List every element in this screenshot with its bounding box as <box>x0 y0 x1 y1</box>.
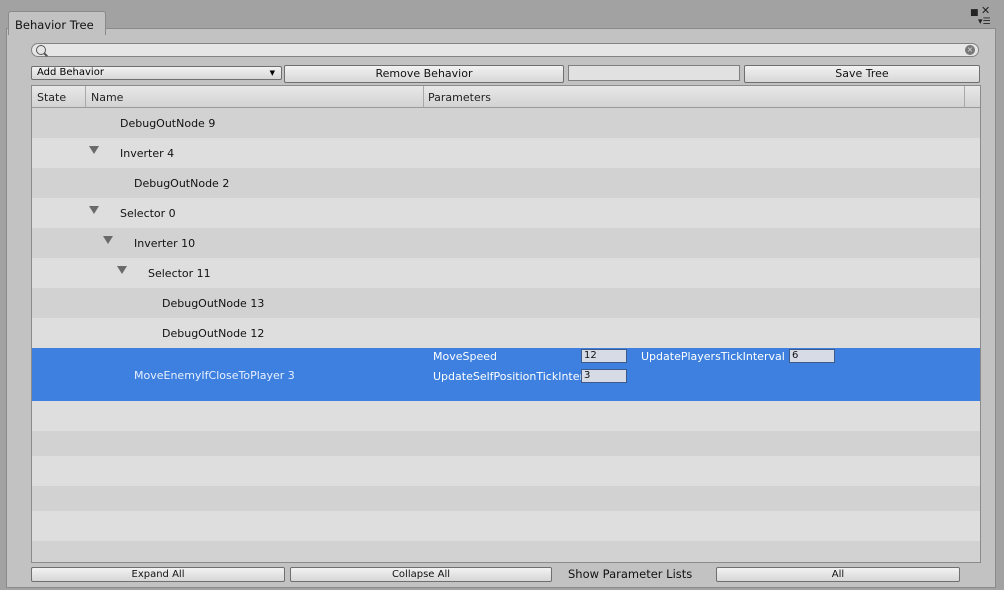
param-label-movespeed: MoveSpeed <box>433 350 497 363</box>
node-label: Inverter 4 <box>120 147 175 160</box>
column-state[interactable]: State <box>37 91 66 104</box>
empty-row <box>32 511 980 541</box>
parameter-list-mode-label: All <box>831 569 845 580</box>
add-behavior-dropdown[interactable]: Add Behavior ▼ <box>31 66 282 80</box>
close-icon[interactable]: ✕ <box>981 5 990 16</box>
empty-row <box>32 401 980 431</box>
save-tree-button[interactable]: Save Tree <box>744 65 980 83</box>
node-label: Inverter 10 <box>134 237 196 250</box>
add-behavior-label: Add Behavior <box>37 67 104 78</box>
param-field-update-players-tick[interactable]: 6 <box>789 349 835 363</box>
tree-row[interactable]: DebugOutNode 13 <box>32 288 980 318</box>
empty-row <box>32 541 980 562</box>
empty-row <box>32 456 980 486</box>
tree-row[interactable]: Selector 11 <box>32 258 980 288</box>
tree-row-selected[interactable]: MoveEnemyIfCloseToPlayer 3 MoveSpeed 12 … <box>32 348 980 401</box>
tree-name-field[interactable] <box>568 65 740 81</box>
window-tab[interactable]: Behavior Tree <box>8 11 106 35</box>
window-tab-title: Behavior Tree <box>15 18 94 32</box>
save-tree-label: Save Tree <box>835 67 889 80</box>
expand-all-button[interactable]: Expand All <box>31 567 285 582</box>
node-label: Selector 11 <box>148 267 211 280</box>
collapse-all-label: Collapse All <box>391 569 451 580</box>
clear-search-icon[interactable]: × <box>965 45 975 55</box>
expand-triangle-icon[interactable] <box>89 206 99 214</box>
node-label: Selector 0 <box>120 207 176 220</box>
behavior-tree-view: State Name Parameters DebugOutNode 9 Inv… <box>31 85 981 563</box>
expand-all-label: Expand All <box>131 569 185 580</box>
tree-row[interactable]: Inverter 4 <box>32 138 980 168</box>
column-name[interactable]: Name <box>91 91 123 104</box>
empty-row <box>32 431 980 456</box>
tree-row[interactable]: Inverter 10 <box>32 228 980 258</box>
tree-row[interactable]: DebugOutNode 9 <box>32 108 980 138</box>
behavior-tree-window: Behavior Tree ■ ✕ ▾☰ × Add Behavior ▼ Re… <box>4 5 998 588</box>
node-label: DebugOutNode 13 <box>162 297 265 310</box>
node-label: DebugOutNode 2 <box>134 177 230 190</box>
menu-icon[interactable]: ▾☰ <box>978 17 991 27</box>
expand-triangle-icon[interactable] <box>117 266 127 274</box>
column-separator[interactable] <box>423 86 424 107</box>
tree-row[interactable]: DebugOutNode 2 <box>32 168 980 198</box>
tree-row[interactable]: DebugOutNode 12 <box>32 318 980 348</box>
remove-behavior-button[interactable]: Remove Behavior <box>284 65 564 83</box>
tree-header: State Name Parameters <box>32 86 980 108</box>
node-label: DebugOutNode 9 <box>120 117 216 130</box>
param-label-update-self-position-tick: UpdateSelfPositionTickInterval <box>433 370 581 383</box>
node-label: MoveEnemyIfCloseToPlayer 3 <box>134 369 295 382</box>
main-panel: × Add Behavior ▼ Remove Behavior Save Tr… <box>6 28 996 588</box>
expand-triangle-icon[interactable] <box>103 236 113 244</box>
param-field-movespeed[interactable]: 12 <box>581 349 627 363</box>
tree-row[interactable]: Selector 0 <box>32 198 980 228</box>
node-label: DebugOutNode 12 <box>162 327 265 340</box>
parameter-list-mode-button[interactable]: All <box>716 567 960 582</box>
param-field-update-self-position-tick[interactable]: 3 <box>581 369 627 383</box>
dropdown-arrow-icon: ▼ <box>269 69 275 77</box>
remove-behavior-label: Remove Behavior <box>375 67 473 80</box>
collapse-all-button[interactable]: Collapse All <box>290 567 552 582</box>
expand-triangle-icon[interactable] <box>89 146 99 154</box>
search-icon <box>36 45 46 55</box>
column-parameters[interactable]: Parameters <box>428 91 491 104</box>
search-input[interactable]: × <box>31 43 979 57</box>
param-label-update-players-tick: UpdatePlayersTickInterval <box>641 350 785 363</box>
show-parameter-lists-label: Show Parameter Lists <box>568 567 693 581</box>
column-separator[interactable] <box>85 86 86 107</box>
column-separator[interactable] <box>964 86 965 107</box>
empty-row <box>32 486 980 511</box>
